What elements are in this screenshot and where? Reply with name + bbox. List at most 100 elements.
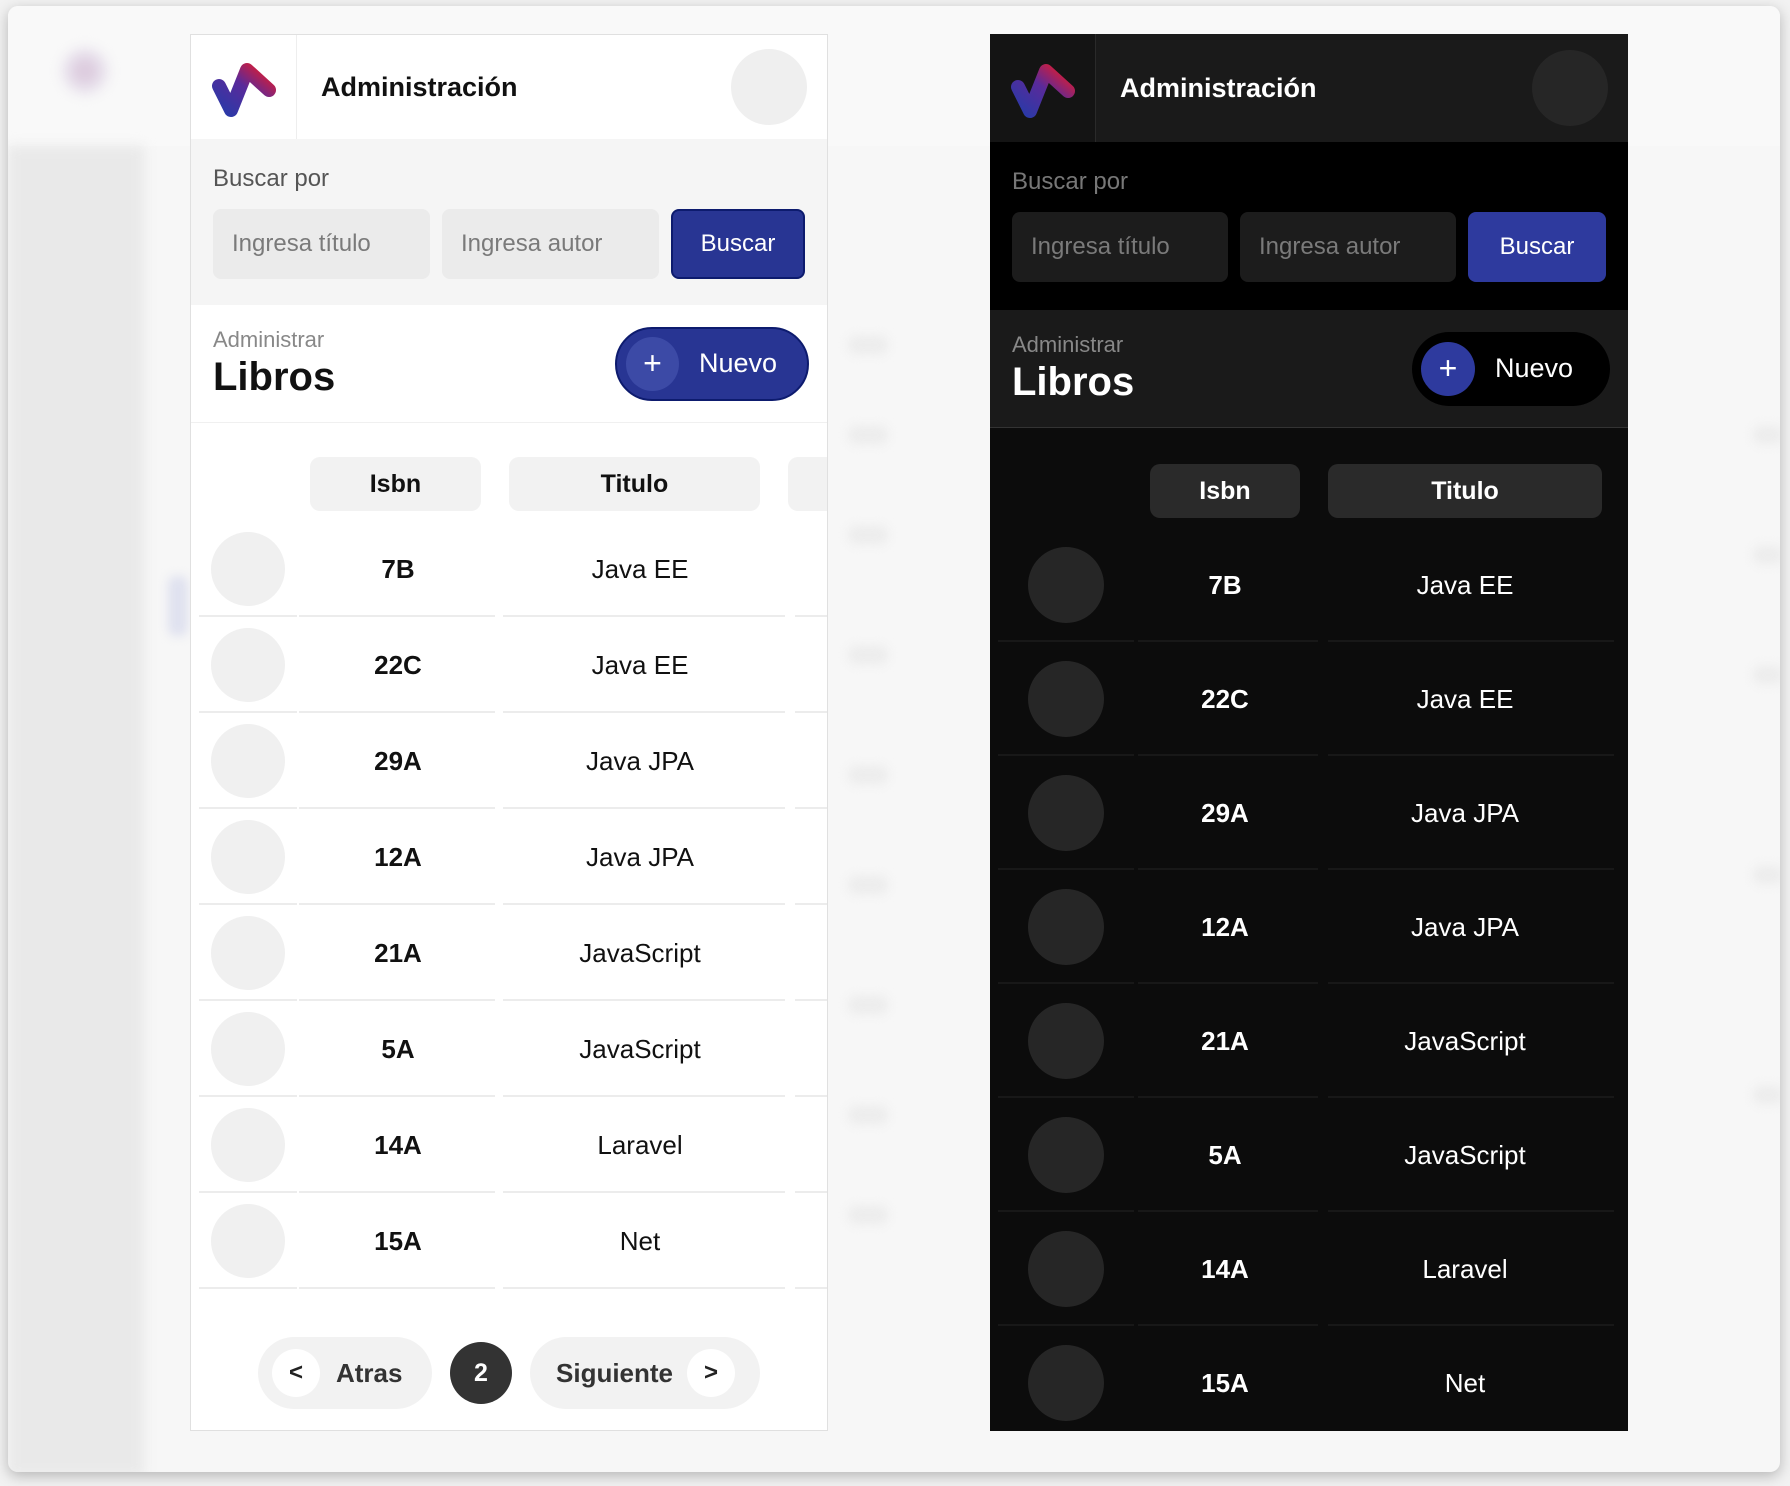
books-table: Isbn Titulo 7B Java EE 22C Java EE 29A Java J… (191, 423, 827, 1289)
page-title: Libros (1012, 360, 1135, 404)
titulo-cell: JavaScript (1404, 1025, 1526, 1056)
table-row[interactable]: 5A JavaScript (990, 1098, 1628, 1212)
table-row[interactable]: 5A JavaScript (191, 1001, 827, 1097)
section-titlebar: Administrar Libros + Nuevo (990, 310, 1628, 428)
titulo-cell: Java JPA (586, 841, 694, 872)
new-book-button[interactable]: + Nuevo (615, 326, 809, 401)
search-label: Buscar por (213, 165, 330, 192)
titulo-cell: Java JPA (586, 745, 694, 776)
isbn-cell: 29A (1201, 797, 1249, 828)
titulo-cell: Laravel (1422, 1253, 1508, 1284)
table-row[interactable]: 7B Java EE (990, 528, 1628, 642)
table-row[interactable]: 15A Net (990, 1326, 1628, 1431)
book-thumbnail (211, 1108, 285, 1182)
book-thumbnail (211, 628, 285, 702)
isbn-cell: 15A (1201, 1367, 1249, 1398)
isbn-cell: 14A (374, 1129, 422, 1160)
title-search-input[interactable] (213, 209, 430, 279)
book-thumbnail (1028, 1345, 1104, 1421)
table-row[interactable]: 22C Java EE (191, 617, 827, 713)
app-header: Administración (990, 34, 1628, 142)
titulo-cell: Net (619, 1225, 661, 1256)
table-row[interactable]: 22C Java EE (990, 642, 1628, 756)
author-search-input[interactable] (442, 209, 659, 279)
table-row[interactable]: 12A Java JPA (191, 809, 827, 905)
isbn-cell: 12A (374, 841, 422, 872)
app-header: Administración (191, 35, 827, 139)
author-search-input[interactable] (1240, 212, 1456, 282)
book-thumbnail (1028, 1003, 1104, 1079)
search-button[interactable]: Buscar (671, 209, 805, 279)
isbn-cell: 7B (1208, 569, 1242, 600)
titulo-cell: Java JPA (1411, 911, 1519, 942)
page-title: Libros (213, 355, 336, 399)
user-avatar[interactable] (731, 49, 807, 125)
chevron-left-icon: < (272, 1349, 320, 1397)
logo-icon (211, 63, 276, 117)
logo-icon (1010, 64, 1075, 118)
titulo-cell: Java EE (1416, 569, 1514, 600)
table-row[interactable]: 29A Java JPA (990, 756, 1628, 870)
book-thumbnail (211, 820, 285, 894)
books-table: Isbn Titulo 7B Java EE 22C Java EE 29A Java J… (990, 428, 1628, 1431)
row-divider (795, 1287, 827, 1289)
book-thumbnail (211, 1012, 285, 1086)
app-logo[interactable] (191, 35, 297, 139)
isbn-cell: 12A (1201, 911, 1249, 942)
column-header-titulo[interactable]: Titulo (1328, 464, 1602, 518)
column-header-titulo[interactable]: Titulo (509, 457, 760, 511)
titulo-cell: JavaScript (1404, 1139, 1526, 1170)
search-label: Buscar por (1012, 168, 1129, 195)
isbn-cell: 14A (1201, 1253, 1249, 1284)
user-avatar[interactable] (1532, 50, 1608, 126)
column-header-hidden[interactable] (787, 457, 827, 511)
light-mode-screen: Administración Buscar por Buscar Adminis… (190, 34, 828, 1431)
prev-page-button[interactable]: < Atras (258, 1337, 432, 1409)
current-page[interactable]: 2 (450, 1342, 512, 1404)
book-thumbnail (1028, 1117, 1104, 1193)
app-logo[interactable] (990, 34, 1096, 142)
book-thumbnail (211, 532, 285, 606)
book-thumbnail (1028, 1231, 1104, 1307)
section-titlebar: Administrar Libros + Nuevo (191, 305, 827, 423)
table-row[interactable]: 21A JavaScript (191, 905, 827, 1001)
search-button[interactable]: Buscar (1468, 212, 1606, 282)
new-button-label: Nuevo (1495, 353, 1574, 383)
table-row[interactable]: 21A JavaScript (990, 984, 1628, 1098)
isbn-cell: 7B (381, 553, 415, 584)
dark-mode-screen: Administración Buscar por Buscar Adminis… (990, 34, 1628, 1431)
header-title: Administración (321, 71, 518, 102)
book-thumbnail (1028, 889, 1104, 965)
column-header-isbn[interactable]: Isbn (1150, 464, 1300, 518)
new-book-button[interactable]: + Nuevo (1412, 331, 1610, 406)
table-row[interactable]: 29A Java JPA (191, 713, 827, 809)
table-row[interactable]: 12A Java JPA (990, 870, 1628, 984)
table-row[interactable]: 14A Laravel (990, 1212, 1628, 1326)
book-thumbnail (211, 916, 285, 990)
table-header: Isbn Titulo (990, 464, 1628, 518)
titulo-cell: Java EE (591, 553, 689, 584)
row-divider (503, 1287, 785, 1289)
book-thumbnail (211, 724, 285, 798)
titulo-cell: Net (1444, 1367, 1486, 1398)
section-subtitle: Administrar (1012, 332, 1124, 357)
isbn-cell: 5A (381, 1033, 415, 1064)
search-panel: Buscar por Buscar (990, 142, 1628, 310)
title-search-input[interactable] (1012, 212, 1228, 282)
isbn-cell: 5A (1208, 1139, 1242, 1170)
titulo-cell: JavaScript (579, 937, 701, 968)
titulo-cell: Java JPA (1411, 797, 1519, 828)
isbn-cell: 22C (1201, 683, 1249, 714)
table-row[interactable]: 15A Net (191, 1193, 827, 1289)
row-divider (299, 1287, 495, 1289)
isbn-cell: 21A (374, 937, 422, 968)
isbn-cell: 22C (374, 649, 422, 680)
header-title: Administración (1120, 72, 1317, 103)
titulo-cell: Java EE (1416, 683, 1514, 714)
next-page-button[interactable]: Siguiente > (530, 1337, 760, 1409)
column-header-isbn[interactable]: Isbn (309, 457, 482, 511)
table-row[interactable]: 14A Laravel (191, 1097, 827, 1193)
row-divider (199, 1287, 297, 1289)
pagination: < Atras 2 Siguiente > (191, 1337, 827, 1409)
table-row[interactable]: 7B Java EE (191, 521, 827, 617)
